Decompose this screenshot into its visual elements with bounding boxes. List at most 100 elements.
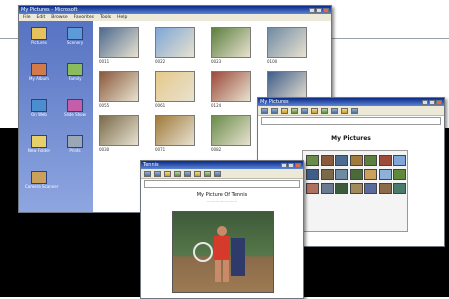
sidebar-item[interactable]: Family [61, 63, 89, 81]
album-thumbnail[interactable] [335, 183, 348, 194]
home-icon[interactable] [184, 170, 191, 177]
photo-thumbnail[interactable] [211, 115, 251, 146]
album-thumbnail[interactable] [306, 155, 319, 166]
camera-icon [31, 171, 47, 184]
maximize-button[interactable] [316, 7, 322, 13]
sidebar-item-label: Camera Scanner [25, 184, 59, 189]
album-thumbnail[interactable] [393, 183, 406, 194]
minimize-button[interactable] [309, 7, 315, 13]
forward-icon[interactable] [271, 107, 278, 114]
menu-item-edit[interactable]: Edit [37, 14, 46, 21]
sidebar-item-label: Family [68, 76, 82, 81]
main-titlebar[interactable]: My Pictures - Microsoft [19, 6, 331, 14]
thumbnail-caption: 0071 [155, 147, 166, 152]
photo-thumbnail[interactable] [155, 27, 195, 58]
album-titlebar[interactable]: My Pictures [258, 98, 444, 106]
album-thumbnail[interactable] [335, 155, 348, 166]
album-thumbnail[interactable] [393, 155, 406, 166]
thumbnail-caption: 0011 [99, 59, 110, 64]
slideshow-icon [67, 99, 83, 112]
album-thumbnail[interactable] [349, 169, 363, 180]
folder-sidebar: Pictures Scenery My Album Family On Web Slide… [19, 21, 93, 212]
sidebar-item[interactable]: Prints [61, 135, 89, 153]
refresh-icon[interactable] [174, 170, 181, 177]
menu-item-tools[interactable]: Tools [100, 14, 111, 21]
album-heading: My Pictures [331, 135, 371, 142]
album-thumbnail[interactable] [378, 169, 392, 180]
album-thumbnail[interactable] [349, 183, 363, 194]
album-thumbnail[interactable] [335, 169, 348, 180]
album-thumbnail[interactable] [378, 183, 392, 194]
album-thumbnail[interactable] [306, 169, 319, 180]
back-icon[interactable] [261, 107, 268, 114]
photo-thumbnail[interactable] [155, 115, 195, 146]
thumbnail-caption: 0022 [155, 59, 166, 64]
album-window-title: My Pictures [260, 99, 289, 105]
print-icon[interactable] [351, 107, 358, 114]
favorites-icon[interactable] [321, 107, 328, 114]
minimize-button[interactable] [281, 162, 287, 168]
refresh-icon[interactable] [291, 107, 298, 114]
menu-item-help[interactable]: Help [117, 14, 127, 21]
sidebar-item-label: New Folder [27, 148, 51, 153]
home-icon[interactable] [301, 107, 308, 114]
thumbnail-caption: 0082 [211, 147, 222, 152]
photo-thumbnail[interactable] [99, 71, 139, 102]
address-bar[interactable] [144, 180, 300, 188]
mail-icon[interactable] [341, 107, 348, 114]
sidebar-item-label: Pictures [31, 40, 47, 45]
menu-item-favorites[interactable]: Favorites [74, 14, 94, 21]
search-icon[interactable] [311, 107, 318, 114]
sidebar-item[interactable]: Camera Scanner [25, 171, 59, 189]
album-thumbnail[interactable] [393, 169, 406, 180]
album-thumbnail[interactable] [349, 155, 363, 166]
photo-thumbnail[interactable] [99, 115, 139, 146]
photo-titlebar[interactable]: Tennis [141, 161, 303, 169]
photo-window-title: Tennis [143, 162, 159, 168]
back-icon[interactable] [144, 170, 151, 177]
close-button[interactable] [295, 162, 301, 168]
close-button[interactable] [323, 7, 329, 13]
forward-icon[interactable] [154, 170, 161, 177]
photo-thumbnail[interactable] [267, 27, 307, 58]
close-button[interactable] [436, 99, 442, 105]
photo-thumbnail[interactable] [155, 71, 195, 102]
address-bar[interactable] [261, 117, 441, 125]
album-thumbnail[interactable] [378, 155, 392, 166]
maximize-button[interactable] [288, 162, 294, 168]
sidebar-item-label: Prints [69, 148, 81, 153]
album-thumbnail[interactable] [320, 183, 334, 194]
stop-icon[interactable] [164, 170, 171, 177]
tennis-photo [172, 211, 274, 293]
maximize-button[interactable] [429, 99, 435, 105]
history-icon[interactable] [331, 107, 338, 114]
photo-thumbnail[interactable] [211, 71, 251, 102]
search-icon[interactable] [194, 170, 201, 177]
folder-icon [31, 27, 47, 40]
album-thumbnail[interactable] [364, 183, 377, 194]
print-icon[interactable] [214, 170, 221, 177]
menu-item-file[interactable]: File [23, 14, 31, 21]
sidebar-item[interactable]: Pictures [25, 27, 53, 45]
new-folder-icon [31, 135, 47, 148]
sidebar-item[interactable]: New Folder [25, 135, 53, 153]
sidebar-item-label: On Web [31, 112, 47, 117]
sidebar-item[interactable]: Scenery [61, 27, 89, 45]
sidebar-item[interactable]: Slide Show [61, 99, 89, 117]
favorites-icon[interactable] [204, 170, 211, 177]
album-thumbnail[interactable] [306, 183, 319, 194]
stop-icon[interactable] [281, 107, 288, 114]
album-thumbnail[interactable] [364, 155, 377, 166]
sidebar-item[interactable]: On Web [25, 99, 53, 117]
minimize-button[interactable] [422, 99, 428, 105]
menu-item-browse[interactable]: Browse [51, 14, 67, 21]
photo-window: Tennis My Picture Of Tennis ............… [140, 160, 304, 299]
album-thumbnail[interactable] [320, 169, 334, 180]
photo-subtitle: ........................ [206, 198, 238, 203]
photo-thumbnail[interactable] [99, 27, 139, 58]
album-thumbnail[interactable] [320, 155, 334, 166]
sidebar-item[interactable]: My Album [25, 63, 53, 81]
photo-thumbnail[interactable] [211, 27, 251, 58]
album-toolbar [258, 106, 444, 116]
album-thumbnail[interactable] [364, 169, 377, 180]
